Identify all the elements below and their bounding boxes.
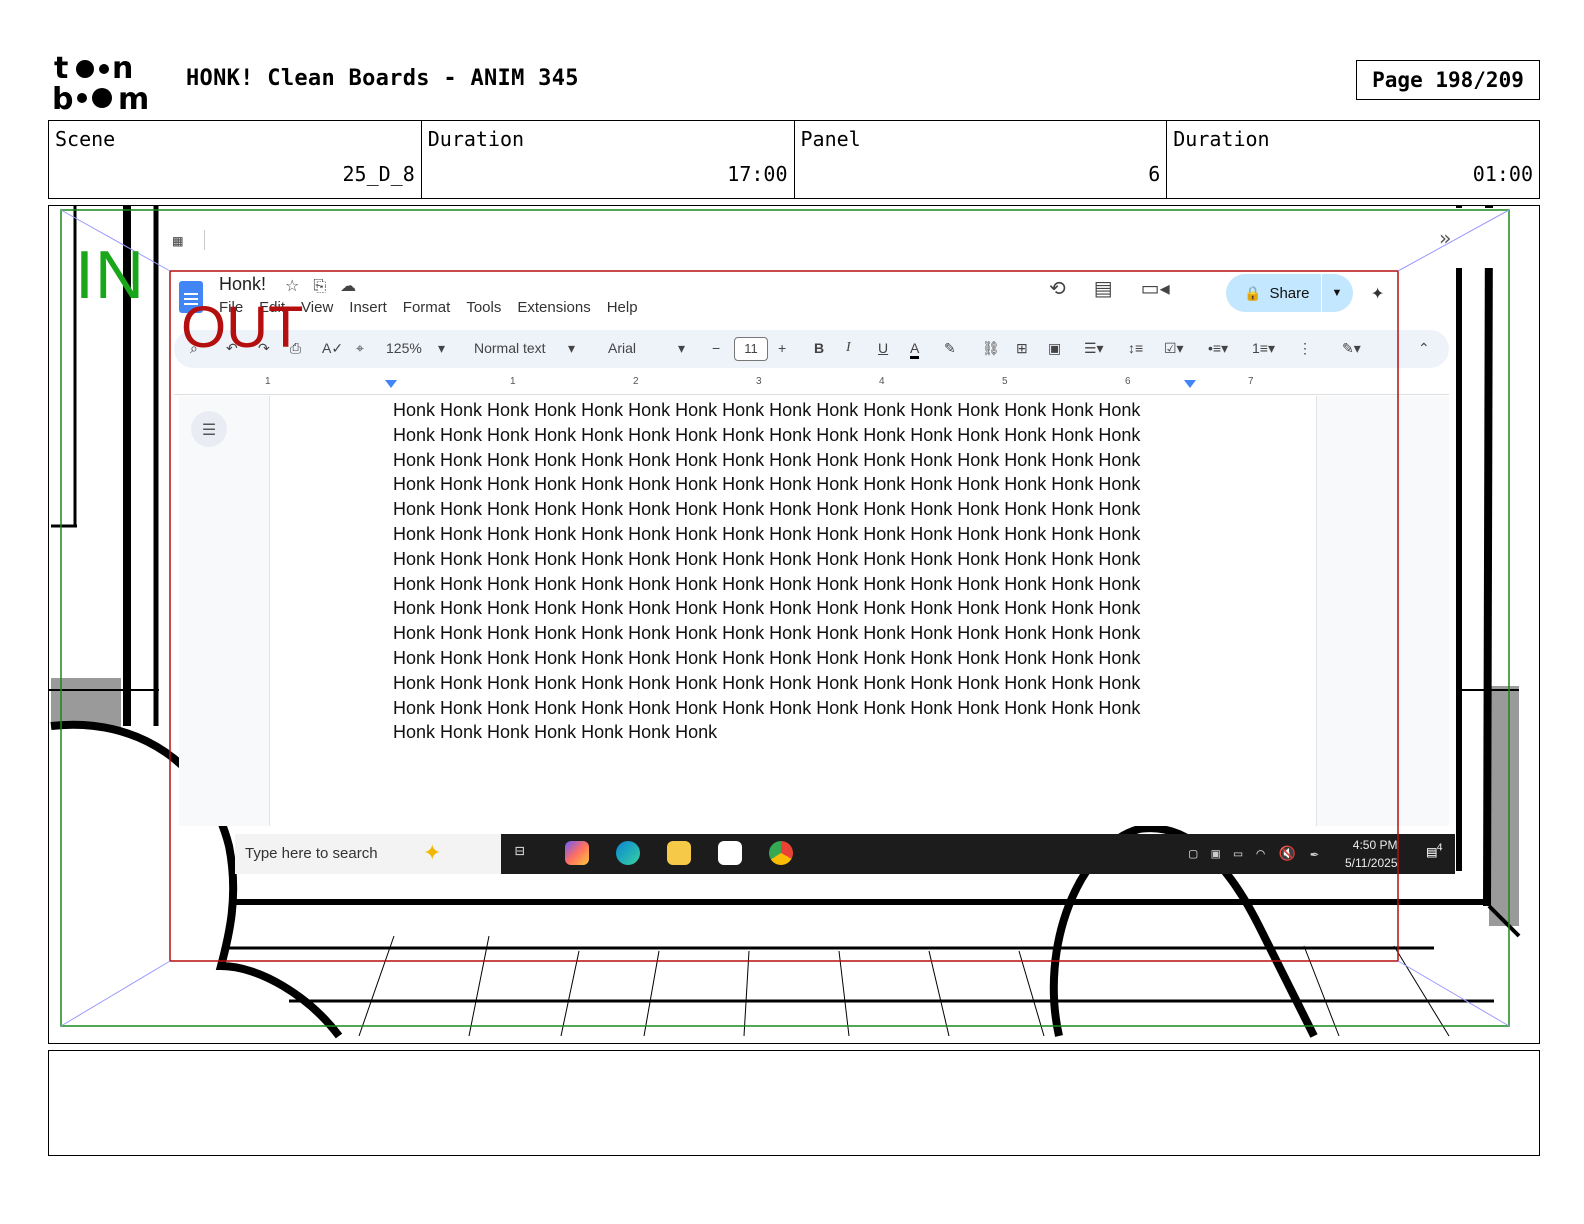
scene-duration-label: Duration (427, 127, 525, 151)
panel-duration-value: 01:00 (1472, 162, 1533, 186)
scene-value: 25_D_8 (342, 162, 415, 186)
panel-duration-cell: Duration 01:00 (1167, 121, 1539, 198)
in-frame-label: IN (75, 237, 145, 313)
panel-value: 6 (1148, 162, 1161, 186)
page-indicator: Page 198/209 (1356, 60, 1540, 100)
panel-cell: Panel 6 (795, 121, 1168, 198)
panel-notes-box[interactable] (48, 1050, 1540, 1156)
scene-duration-value: 17:00 (727, 162, 788, 186)
scene-cell: Scene 25_D_8 (49, 121, 422, 198)
out-frame-label: OUT (181, 295, 304, 360)
panel-label: Panel (800, 127, 861, 151)
svg-text:n: n (112, 52, 133, 86)
svg-text:b: b (52, 82, 73, 112)
scene-duration-cell: Duration 17:00 (422, 121, 795, 198)
svg-text:m: m (118, 82, 149, 112)
panel-duration-label: Duration (1173, 127, 1270, 151)
storyboard-panel: ▦ » Honk! ☆ ⎘ ☁ File Edit View Insert Fo… (48, 205, 1540, 1044)
toonboom-logo: t n b m (52, 52, 149, 112)
scene-label: Scene (55, 127, 116, 151)
board-title: HONK! Clean Boards - ANIM 345 (186, 66, 579, 91)
scene-info-table: Scene 25_D_8 Duration 17:00 Panel 6 Dura… (48, 120, 1540, 199)
svg-text:t: t (54, 52, 68, 86)
